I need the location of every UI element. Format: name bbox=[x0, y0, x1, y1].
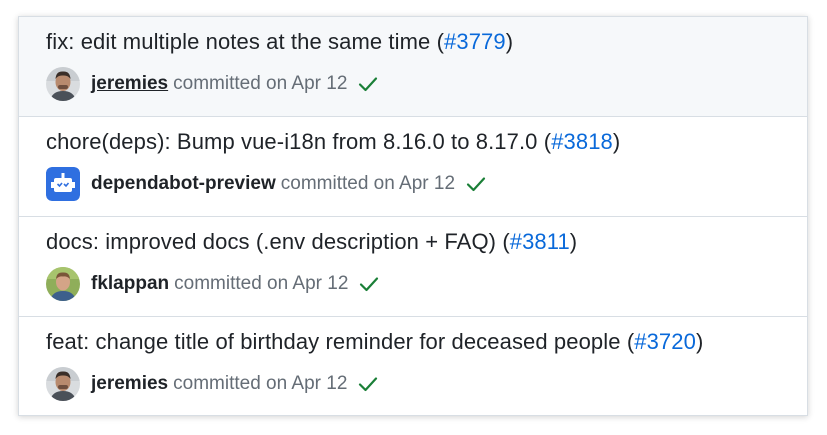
check-icon[interactable] bbox=[358, 273, 380, 295]
author-link[interactable]: dependabot-preview bbox=[91, 173, 276, 195]
author-link[interactable]: fklappan bbox=[91, 273, 169, 295]
user-photo-icon bbox=[46, 267, 80, 301]
avatar[interactable] bbox=[46, 267, 80, 301]
commit-list: fix: edit multiple notes at the same tim… bbox=[18, 16, 808, 416]
commit-message[interactable]: feat: change title of birthday reminder … bbox=[46, 329, 621, 354]
pr-link[interactable]: #3818 bbox=[551, 129, 613, 154]
check-icon[interactable] bbox=[357, 73, 379, 95]
commit-message[interactable]: fix: edit multiple notes at the same tim… bbox=[46, 29, 430, 54]
bot-icon bbox=[46, 167, 80, 201]
commit-date: committed on Apr 12 bbox=[173, 373, 348, 394]
commit-message[interactable]: chore(deps): Bump vue-i18n from 8.16.0 t… bbox=[46, 129, 538, 154]
user-photo-icon bbox=[46, 67, 80, 101]
author-link[interactable]: jeremies bbox=[91, 373, 168, 395]
user-photo-icon bbox=[46, 367, 80, 401]
avatar[interactable] bbox=[46, 67, 80, 101]
check-icon[interactable] bbox=[357, 373, 379, 395]
commit-title[interactable]: docs: improved docs (.env description + … bbox=[46, 229, 577, 255]
author-link[interactable]: jeremies bbox=[91, 73, 168, 95]
commit-meta: jeremies committed on Apr 12 bbox=[46, 367, 379, 401]
commit-row: chore(deps): Bump vue-i18n from 8.16.0 t… bbox=[19, 117, 807, 217]
commit-row: docs: improved docs (.env description + … bbox=[19, 217, 807, 317]
commit-date: committed on Apr 12 bbox=[174, 273, 349, 294]
commit-meta: fklappan committed on Apr 12 bbox=[46, 267, 380, 301]
commit-message[interactable]: docs: improved docs (.env description + … bbox=[46, 229, 496, 254]
check-icon[interactable] bbox=[465, 173, 487, 195]
commit-title[interactable]: chore(deps): Bump vue-i18n from 8.16.0 t… bbox=[46, 129, 620, 155]
commit-row: fix: edit multiple notes at the same tim… bbox=[19, 17, 807, 117]
pr-link[interactable]: #3811 bbox=[510, 229, 570, 254]
avatar[interactable] bbox=[46, 167, 80, 201]
commit-row: feat: change title of birthday reminder … bbox=[19, 317, 807, 415]
commit-title[interactable]: fix: edit multiple notes at the same tim… bbox=[46, 29, 513, 55]
avatar[interactable] bbox=[46, 367, 80, 401]
pr-link[interactable]: #3720 bbox=[634, 329, 696, 354]
pr-link[interactable]: #3779 bbox=[444, 29, 506, 54]
commit-date: committed on Apr 12 bbox=[173, 73, 348, 94]
commit-meta: dependabot-preview committed on Apr 12 bbox=[46, 167, 487, 201]
commit-title[interactable]: feat: change title of birthday reminder … bbox=[46, 329, 703, 355]
commit-meta: jeremies committed on Apr 12 bbox=[46, 67, 379, 101]
commit-date: committed on Apr 12 bbox=[280, 173, 456, 194]
